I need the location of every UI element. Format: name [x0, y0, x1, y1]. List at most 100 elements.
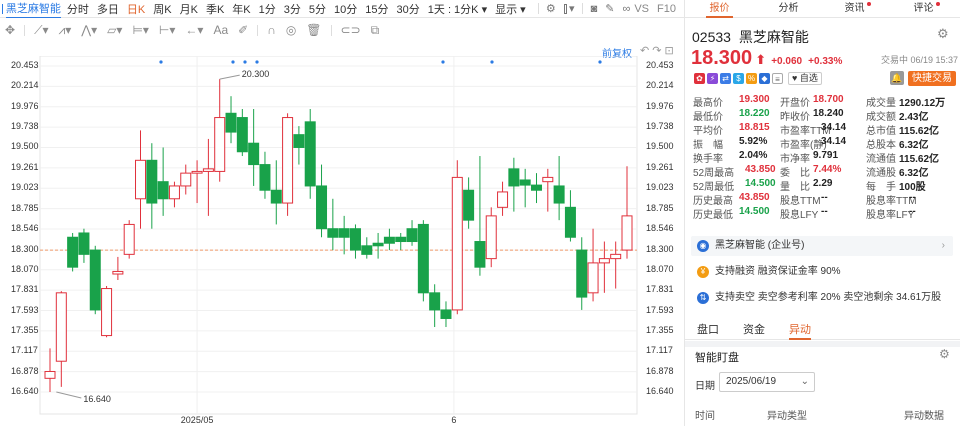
bell-icon[interactable]: 🔔 — [890, 71, 904, 85]
period-tab[interactable]: 周K — [153, 1, 171, 17]
period-tab[interactable]: 30分 — [397, 1, 420, 17]
candle-body[interactable] — [180, 172, 192, 187]
candle-body[interactable] — [429, 292, 441, 311]
tab-orderbook[interactable]: 盘口 — [697, 322, 719, 339]
tab-capital[interactable]: 资金 — [743, 322, 765, 339]
settings-gear-icon[interactable]: ⚙ — [937, 26, 949, 42]
candle-body[interactable] — [293, 134, 305, 148]
event-marker-icon[interactable] — [243, 60, 247, 64]
quick-trade-button[interactable]: 快捷交易 — [908, 71, 956, 86]
candle-body[interactable] — [610, 253, 622, 260]
doc-icon[interactable]: ≡ — [772, 73, 783, 84]
tab-analysis[interactable]: 分析 — [754, 0, 823, 17]
camera-icon[interactable]: ◙ — [591, 3, 598, 15]
period-tab[interactable]: 年K — [232, 1, 250, 17]
candlestick-chart[interactable]: 20.300 16.640 2025/05 6 — [0, 56, 684, 426]
fib-tool-icon[interactable]: ⊨▾ — [132, 23, 148, 37]
candle-body[interactable] — [259, 164, 271, 191]
link-icon[interactable]: ∞ — [623, 3, 631, 15]
watchlist-button[interactable]: ♥ 自选 — [788, 72, 822, 85]
arrow-tool-icon[interactable]: ←▾ — [185, 23, 203, 37]
candle-body[interactable] — [191, 170, 203, 174]
vs-button[interactable]: VS — [634, 3, 649, 15]
settings-gear-icon[interactable]: ⚙ — [546, 3, 556, 15]
candle-body[interactable] — [451, 176, 463, 311]
candle-body[interactable] — [463, 189, 475, 221]
option-icon[interactable]: % — [746, 73, 757, 84]
candle-body[interactable] — [440, 309, 452, 319]
tab-news[interactable]: 资讯 — [823, 0, 892, 17]
candle-body[interactable] — [497, 191, 509, 208]
candle-body[interactable] — [553, 185, 565, 204]
candle-body[interactable] — [327, 228, 339, 238]
candle-body[interactable] — [78, 232, 90, 255]
magnet-icon[interactable]: ∩ — [267, 23, 276, 37]
date-picker[interactable]: 2025/06/19 ⌄ — [719, 372, 815, 392]
candle-body[interactable] — [282, 117, 294, 204]
period-tab[interactable]: 季K — [206, 1, 224, 17]
tab-movements[interactable]: 异动 — [789, 322, 811, 340]
move-cross-icon[interactable]: ✥ — [5, 23, 15, 37]
candle-body[interactable] — [519, 179, 531, 186]
channel-tool-icon[interactable]: ▱▾ — [107, 23, 122, 37]
candle-body[interactable] — [214, 117, 226, 172]
candle-body[interactable] — [372, 242, 384, 247]
candle-body[interactable] — [485, 215, 497, 260]
display-checkbox[interactable] — [563, 3, 567, 14]
brush-tool-icon[interactable]: ✐ — [238, 23, 248, 37]
range-select[interactable]: 1天 : 1分K ▾ — [428, 1, 487, 17]
pill-toggle-icon[interactable]: ⊂⊃ — [341, 23, 361, 37]
candle-body[interactable] — [146, 159, 158, 204]
candle-body[interactable] — [383, 236, 395, 244]
candle-body[interactable] — [270, 189, 282, 204]
candle-body[interactable] — [338, 228, 350, 238]
candle-body[interactable] — [55, 292, 67, 362]
period-tab[interactable]: 3分 — [284, 1, 301, 17]
layers-icon[interactable]: ⧉ — [371, 23, 380, 38]
event-marker-icon[interactable] — [441, 60, 445, 64]
period-tab[interactable]: 多日 — [97, 1, 119, 17]
candle-body[interactable] — [349, 228, 361, 251]
candle-body[interactable] — [361, 245, 373, 255]
delete-icon[interactable]: 🗑 — [306, 23, 321, 37]
settings-gear-icon[interactable]: ⚙ — [939, 347, 950, 361]
event-marker-icon[interactable] — [159, 60, 163, 64]
connect-icon[interactable]: ⇄ — [720, 73, 731, 84]
period-tab[interactable]: 分时 — [67, 1, 89, 17]
period-tab[interactable]: 月K — [180, 1, 198, 17]
event-marker-icon[interactable] — [598, 60, 602, 64]
candle-body[interactable] — [395, 236, 407, 243]
candle-body[interactable] — [508, 168, 520, 187]
candle-body[interactable] — [89, 249, 101, 311]
candle-body[interactable] — [417, 223, 429, 294]
chat-icon[interactable]: ◆ — [759, 73, 770, 84]
company-link[interactable]: ◉ 黑芝麻智能 (企业号) › — [691, 236, 953, 256]
pen-icon[interactable]: ✎ — [605, 3, 614, 15]
candle-body[interactable] — [587, 262, 599, 294]
display-select[interactable]: 显示 ▾ — [495, 1, 526, 17]
candle-body[interactable] — [101, 288, 113, 337]
candle-body[interactable] — [112, 270, 124, 275]
candle-body[interactable] — [316, 185, 328, 230]
text-tool-icon[interactable]: Aa — [213, 23, 228, 37]
candle-body[interactable] — [304, 121, 316, 187]
candle-body[interactable] — [406, 228, 418, 243]
polyline-tool-icon[interactable]: ⩘▾ — [59, 23, 72, 38]
candle-body[interactable] — [474, 241, 486, 268]
candle-body[interactable] — [123, 223, 135, 255]
eye-icon[interactable]: ◎ — [286, 23, 296, 37]
event-marker-icon[interactable] — [255, 60, 259, 64]
period-tab[interactable]: 10分 — [334, 1, 357, 17]
tab-comments[interactable]: 评论 — [892, 0, 960, 17]
tab-quote[interactable]: 报价 — [685, 0, 754, 18]
candle-body[interactable] — [135, 159, 147, 200]
candle-body[interactable] — [236, 117, 248, 153]
candle-body[interactable] — [530, 184, 542, 191]
chevron-down-icon[interactable]: ▾ — [569, 3, 575, 15]
candle-body[interactable] — [67, 236, 79, 268]
period-tab[interactable]: 日K — [127, 1, 145, 17]
candle-body[interactable] — [157, 181, 169, 200]
period-tab[interactable]: 5分 — [309, 1, 326, 17]
line-tool-icon[interactable]: ⟋▾ — [34, 23, 48, 38]
margin-icon[interactable]: ⚡ — [707, 73, 718, 84]
